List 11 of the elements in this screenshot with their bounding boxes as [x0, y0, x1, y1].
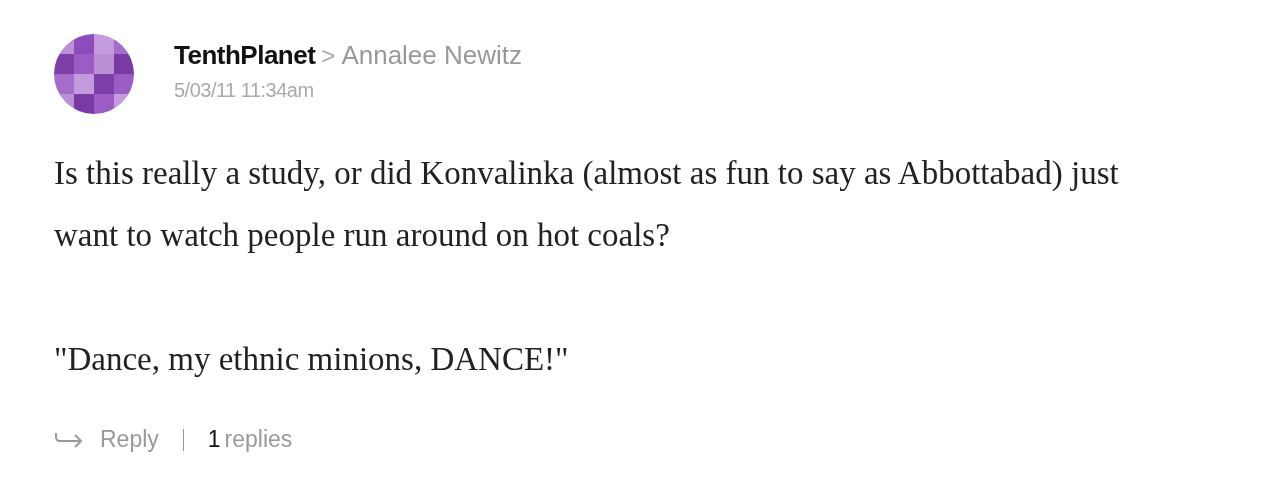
reply-count[interactable]: 1: [207, 426, 221, 453]
timestamp[interactable]: 5/03/11 11:34am: [174, 79, 523, 102]
reply-button[interactable]: Reply: [54, 426, 159, 453]
author-name[interactable]: TenthPlanet: [174, 40, 316, 71]
avatar-icon: [54, 34, 134, 114]
reply-arrow-icon: [54, 430, 84, 449]
recipient-name[interactable]: Annalee Newitz: [341, 40, 523, 71]
separator-chevron: >: [321, 42, 336, 70]
comment-paragraph: Is this really a study, or did Konvalinka (almost as fun to say as Abbottabad) just want to watch people run around on hot coals?: [54, 154, 1120, 255]
replies-label[interactable]: replies: [224, 426, 293, 453]
comment-paragraph: "Dance, my ethnic minions, DANCE!": [54, 340, 570, 379]
